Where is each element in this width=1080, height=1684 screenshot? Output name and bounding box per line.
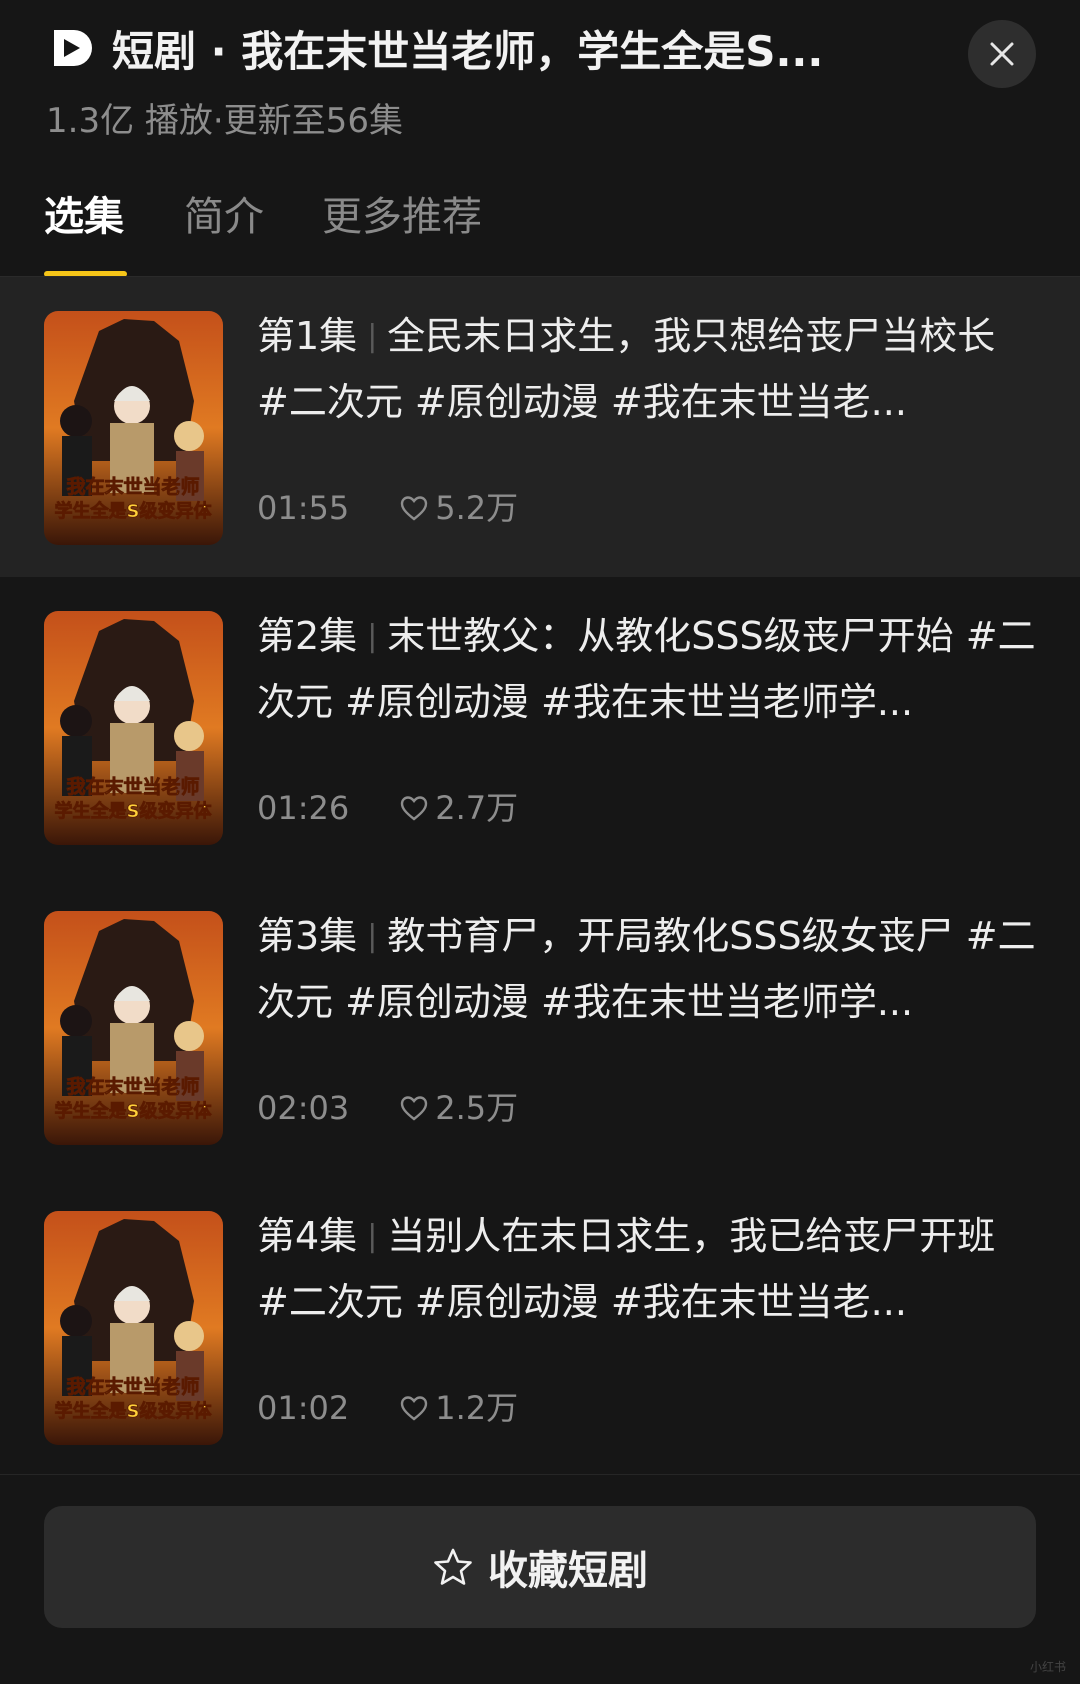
episode-duration: 01:55 [257,489,350,527]
tab-more-recommendations[interactable]: 更多推荐 [322,185,482,249]
episode-title: 第3集 | 教书育尸，开局教化SSS级女丧尸 #二次元 #原创动漫 #我在末世当老师… [257,905,1039,1033]
watermark: 小红书 [1030,1660,1067,1674]
episode-thumbnail: 我在末世当老师 学生全是S级变异体 [44,311,223,545]
episode-number: 第1集 [257,314,358,358]
thumbnail-title-line1: 我在末世当老师 [66,475,199,498]
episode-item[interactable]: 我在末世当老师 学生全是S级变异体 第2集 | 末世教父：从教化SSS级丧尸开始 #… [0,577,1080,877]
thumbnail-title-line1: 我在末世当老师 [66,1075,199,1098]
separator: | [367,1219,378,1254]
episode-duration: 01:26 [257,789,350,827]
episode-thumbnail: 我在末世当老师 学生全是S级变异体 [44,911,223,1145]
episode-title: 第4集 | 当别人在末日求生，我已给丧尸开班 #二次元 #原创动漫 #我在末世当老.… [257,1205,1039,1333]
episode-number: 第2集 [257,614,358,658]
episode-thumbnail: 我在末世当老师 学生全是S级变异体 [44,611,223,845]
episode-item[interactable]: 我在末世当老师 学生全是S级变异体 第3集 | 教书育尸，开局教化SSS级女丧尸 #… [0,877,1080,1177]
star-icon [434,1548,472,1585]
tab-bar: 选集 简介 更多推荐 [0,185,1080,277]
thumbnail-title-line2: 学生全是S级变异体 [55,500,213,522]
episode-title: 第1集 | 全民末日求生，我只想给丧尸当校长 #二次元 #原创动漫 #我在末世当老.… [257,305,1039,433]
like-count-value: 1.2万 [435,1389,519,1427]
tab-episodes[interactable]: 选集 [44,185,124,249]
episode-duration: 01:02 [257,1389,350,1427]
like-count: 2.5万 [399,1083,518,1133]
page-title: 短剧 · 我在末世当老师，学生全是S... [112,27,824,76]
heart-icon [401,1096,428,1121]
episode-item[interactable]: 我在末世当老师 学生全是S级变异体 第1集 | 全民末日求生，我只想给丧尸当校长 #… [0,277,1080,577]
thumbnail-title-line1: 我在末世当老师 [66,1375,199,1398]
episode-number: 第3集 [257,914,358,958]
episode-thumbnail: 我在末世当老师 学生全是S级变异体 [44,1211,223,1445]
separator: | [367,319,378,354]
like-count: 2.7万 [399,783,518,833]
separator: | [367,619,378,654]
episode-stats: 02:03 2.5万 [257,1083,518,1133]
thumbnail-title-line2: 学生全是S级变异体 [55,1400,213,1422]
episode-stats: 01:26 2.7万 [257,783,518,833]
heart-icon [401,496,428,521]
like-count-value: 2.5万 [435,1089,519,1127]
play-logo-icon [50,26,94,70]
close-button[interactable] [968,20,1036,88]
heart-icon [401,1396,428,1421]
thumbnail-title-line2: 学生全是S级变异体 [55,1100,213,1122]
episode-item[interactable]: 我在末世当老师 学生全是S级变异体 第4集 | 当别人在末日求生，我已给丧尸开班 #… [0,1177,1080,1477]
close-icon [990,42,1014,66]
thumbnail-title-line2: 学生全是S级变异体 [55,800,213,822]
thumbnail-title-line1: 我在末世当老师 [66,775,199,798]
like-count: 5.2万 [399,483,518,533]
episode-number: 第4集 [257,1214,358,1258]
header: 短剧 · 我在末世当老师，学生全是S... 1.3亿 播放·更新至56集 选集 … [0,0,1080,277]
divider [0,1474,1080,1475]
episode-stats: 01:55 5.2万 [257,483,518,533]
separator: | [367,919,378,954]
episode-stats: 01:02 1.2万 [257,1383,518,1433]
play-count-meta: 1.3亿 播放·更新至56集 [46,101,403,141]
like-count-value: 2.7万 [435,789,519,827]
episode-title: 第2集 | 末世教父：从教化SSS级丧尸开始 #二次元 #原创动漫 #我在末世当老师… [257,605,1039,733]
heart-icon [401,796,428,821]
favorite-drama-button[interactable]: 收藏短剧 [44,1506,1036,1628]
like-count: 1.2万 [399,1383,518,1433]
episode-duration: 02:03 [257,1089,350,1127]
favorite-label: 收藏短剧 [488,1548,648,1594]
tab-intro[interactable]: 简介 [184,185,264,249]
like-count-value: 5.2万 [435,489,519,527]
